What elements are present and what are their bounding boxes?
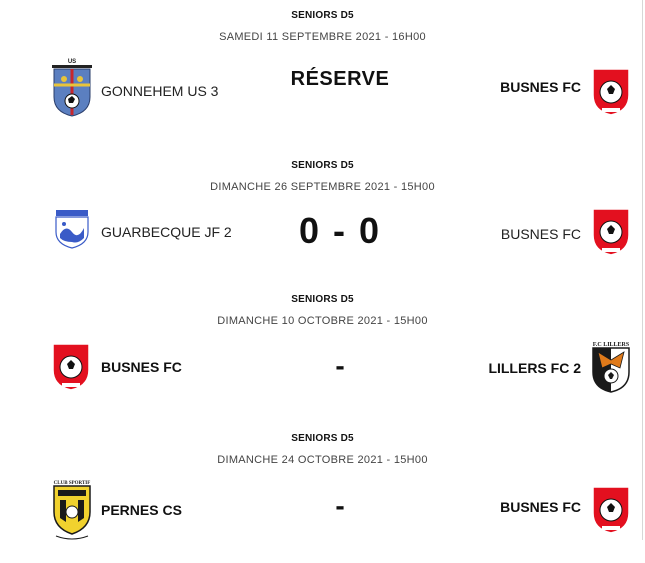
competition-label: SENIORS D5 bbox=[291, 10, 354, 21]
busnes-crest-icon bbox=[590, 483, 632, 535]
match-card[interactable]: SENIORS D5 DIMANCHE 26 SEPTEMBRE 2021 - … bbox=[0, 160, 645, 290]
busnes-crest-icon bbox=[50, 340, 92, 392]
home-team-name[interactable]: PERNES CS bbox=[101, 502, 182, 518]
lillers-crest-text: F.C LILLERS bbox=[593, 342, 630, 348]
gonnehem-crest-text: US bbox=[68, 59, 76, 65]
competition-label: SENIORS D5 bbox=[291, 160, 354, 171]
match-date: DIMANCHE 24 OCTOBRE 2021 - 15H00 bbox=[217, 454, 428, 466]
pernes-crest-icon: CLUB SPORTIF bbox=[50, 478, 94, 540]
match-card[interactable]: SENIORS D5 SAMEDI 11 SEPTEMBRE 2021 - 16… bbox=[0, 10, 645, 140]
guarbecque-crest-icon bbox=[52, 208, 92, 250]
gonnehem-crest-icon: US bbox=[50, 57, 94, 117]
busnes-crest-icon bbox=[590, 205, 632, 257]
away-team-name[interactable]: BUSNES FC bbox=[501, 226, 581, 242]
away-team-name[interactable]: BUSNES FC bbox=[500, 499, 581, 515]
match-score: 0 - 0 bbox=[298, 210, 382, 251]
away-team-name[interactable]: BUSNES FC bbox=[500, 79, 581, 95]
match-date: DIMANCHE 10 OCTOBRE 2021 - 15H00 bbox=[217, 315, 428, 327]
competition-label: SENIORS D5 bbox=[291, 294, 354, 305]
match-date: DIMANCHE 26 SEPTEMBRE 2021 - 15H00 bbox=[210, 181, 435, 193]
competition-label: SENIORS D5 bbox=[291, 433, 354, 444]
busnes-crest-icon bbox=[590, 65, 632, 117]
match-status: RÉSERVE bbox=[290, 68, 390, 90]
lillers-crest-icon: F.C LILLERS bbox=[590, 338, 632, 394]
match-card[interactable]: SENIORS D5 DIMANCHE 24 OCTOBRE 2021 - 15… bbox=[0, 433, 645, 563]
match-score: - bbox=[335, 350, 345, 381]
match-date: SAMEDI 11 SEPTEMBRE 2021 - 16H00 bbox=[219, 31, 426, 43]
match-card[interactable]: SENIORS D5 DIMANCHE 10 OCTOBRE 2021 - 15… bbox=[0, 294, 645, 424]
home-team-name[interactable]: GUARBECQUE JF 2 bbox=[101, 224, 232, 240]
home-team-name[interactable]: GONNEHEM US 3 bbox=[101, 83, 218, 99]
home-team-name[interactable]: BUSNES FC bbox=[101, 359, 182, 375]
away-team-name[interactable]: LILLERS FC 2 bbox=[488, 360, 581, 376]
match-score: - bbox=[335, 490, 345, 521]
